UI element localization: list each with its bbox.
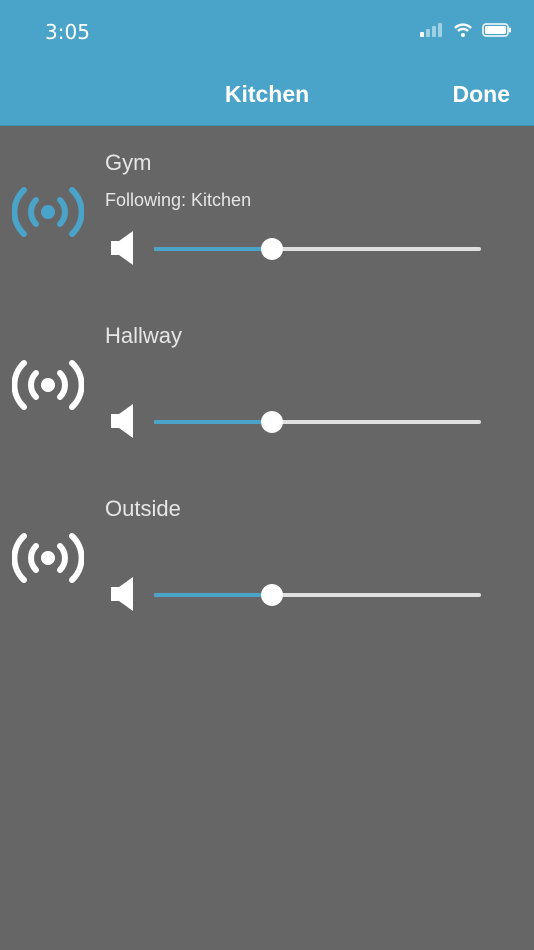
following-label: Following: Kitchen (105, 190, 252, 210)
cellular-signal-icon (420, 23, 442, 37)
battery-icon (482, 23, 511, 37)
room-item-outside: Outside (0, 472, 534, 645)
status-icons (420, 23, 512, 37)
broadcast-icon[interactable] (12, 357, 84, 413)
slider-thumb[interactable] (260, 411, 283, 433)
room-name: Outside (105, 496, 181, 521)
slider-fill (154, 420, 272, 424)
slider-fill (154, 593, 272, 597)
volume-slider[interactable] (154, 235, 481, 263)
broadcast-icon[interactable] (12, 530, 84, 586)
room-item-gym: Gym Following: Kitchen (0, 126, 534, 299)
nav-bar: 3:05 Kitchen Done (0, 0, 534, 126)
status-time: 3:05 (45, 20, 90, 44)
slider-thumb[interactable] (260, 238, 283, 260)
speaker-icon (111, 231, 133, 265)
volume-slider[interactable] (154, 581, 481, 609)
room-item-hallway: Hallway (0, 299, 534, 472)
slider-thumb[interactable] (260, 584, 283, 606)
done-button[interactable]: Done (453, 81, 511, 108)
slider-fill (154, 247, 272, 251)
speaker-icon (111, 577, 133, 611)
speaker-icon (111, 404, 133, 438)
room-name: Hallway (105, 323, 183, 348)
broadcast-icon[interactable] (12, 184, 84, 240)
volume-slider[interactable] (154, 408, 481, 436)
room-name: Gym (105, 150, 152, 175)
wifi-icon (454, 23, 472, 37)
